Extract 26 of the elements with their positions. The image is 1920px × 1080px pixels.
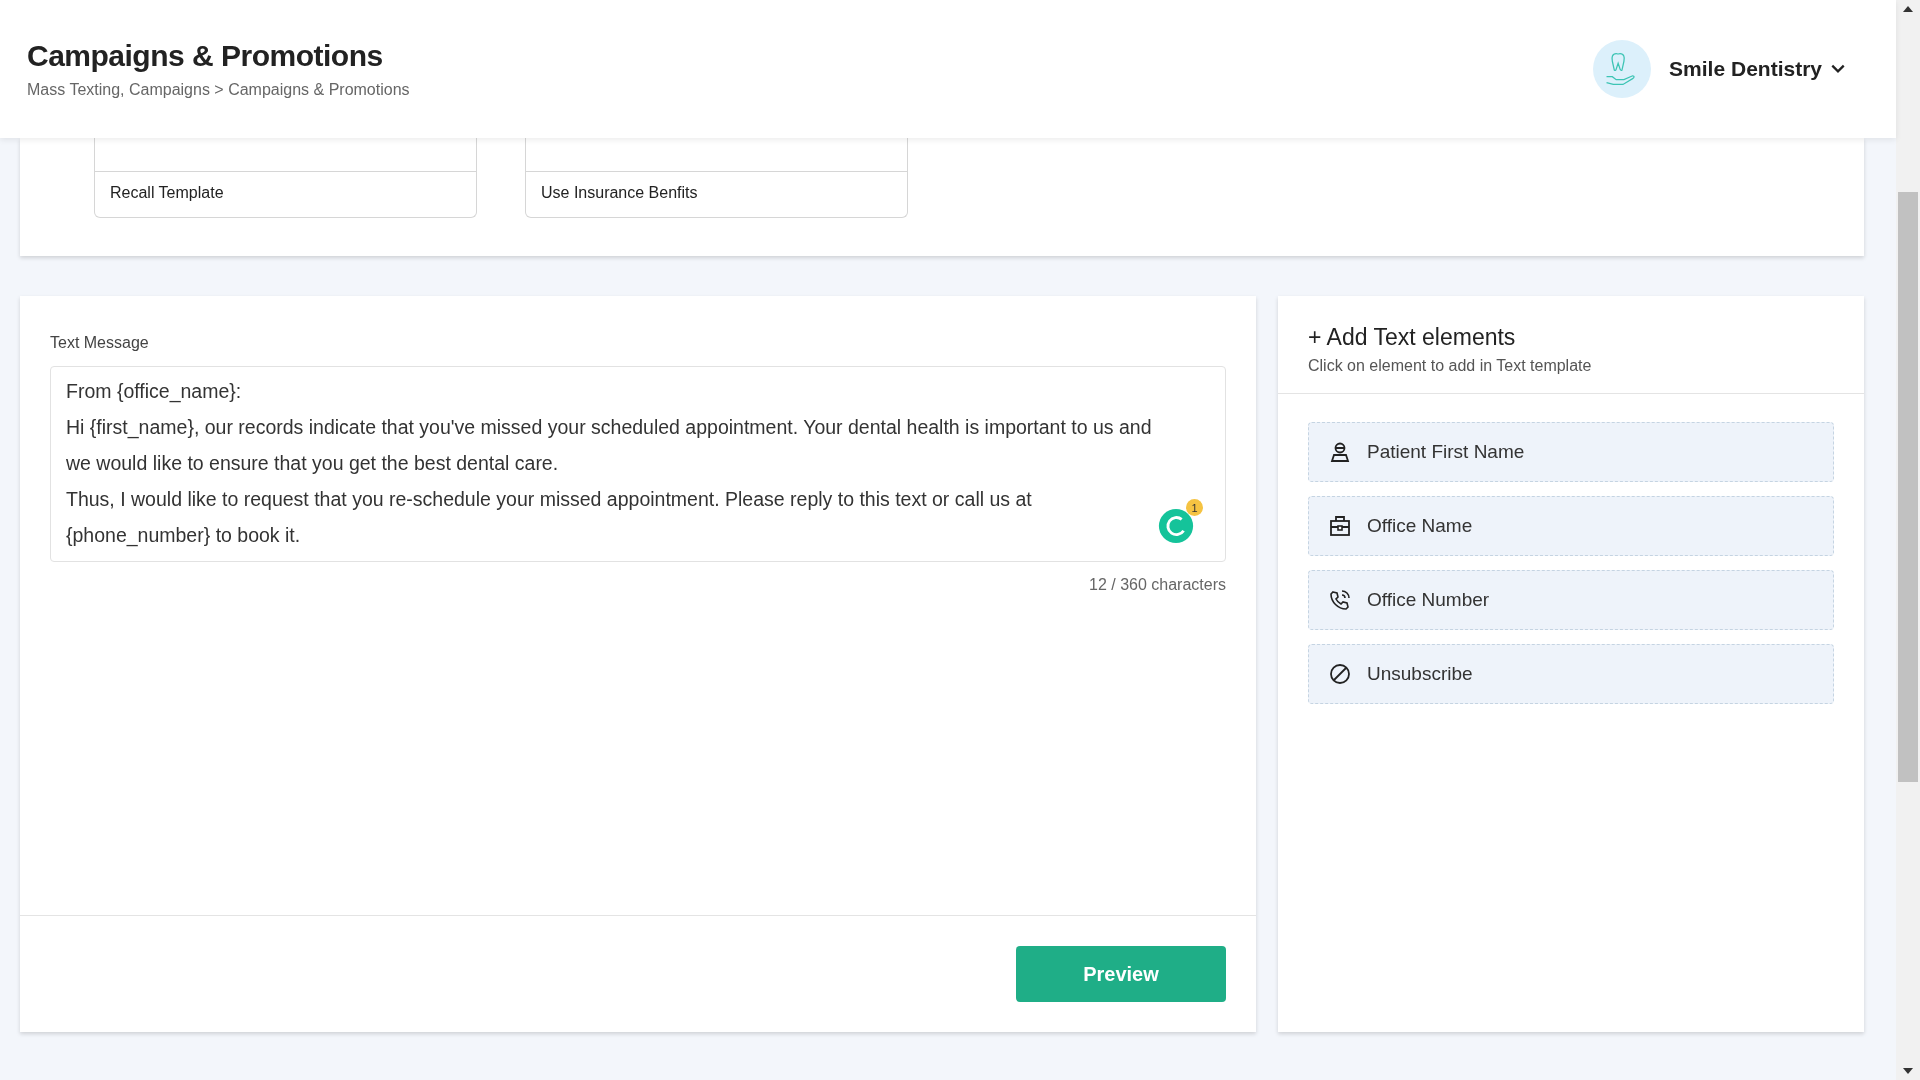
field-label: Text Message — [50, 334, 150, 352]
page-title: Campaigns & Promotions — [27, 39, 384, 73]
text-element-chip[interactable]: Unsubscribe — [1308, 644, 1834, 704]
prohibited-icon — [1329, 663, 1351, 685]
character-counter: 12 / 360 characters — [1088, 576, 1226, 594]
scrollbar-thumb[interactable] — [1898, 192, 1918, 782]
tooth-hand-icon — [1593, 40, 1652, 98]
notification-badge: 1 — [1186, 499, 1203, 516]
message-field[interactable]: From {office_name}: Hi {first_name}, our records indicate that you've missed your scheduled appointment. Your dental health is important to us and we would like to ensure that you get the best dental care. Thus, I would like to request that you re-schedule your missed appointment. Please reply to this text or call us at {phone_number} to book it. 1 — [50, 366, 1226, 562]
template-card[interactable]: Recall Template — [94, 138, 477, 218]
scroll-up-icon[interactable] — [1903, 6, 1913, 12]
text-element-chip[interactable]: Patient First Name — [1308, 422, 1834, 482]
scroll-down-icon[interactable] — [1903, 1068, 1913, 1074]
chevron-down-icon — [1830, 63, 1846, 75]
breadcrumb: Mass Texting, Campaigns > Campaigns & Promotions — [27, 81, 410, 99]
account-menu[interactable]: Smile Dentistry — [1669, 57, 1846, 81]
template-card[interactable]: Use Insurance Benfits — [525, 138, 908, 218]
text-element-chip[interactable]: Office Name — [1308, 496, 1834, 556]
template-name: Use Insurance Benfits — [540, 183, 699, 203]
briefcase-icon — [1329, 515, 1351, 537]
phone-icon — [1329, 589, 1351, 611]
panel-subtitle: Click on element to add in Text template — [1308, 357, 1593, 375]
template-name: Recall Template — [109, 183, 225, 203]
text-element-chip[interactable]: Office Number — [1308, 570, 1834, 630]
person-icon — [1329, 441, 1351, 463]
panel-title: + Add Text elements — [1308, 324, 1517, 351]
